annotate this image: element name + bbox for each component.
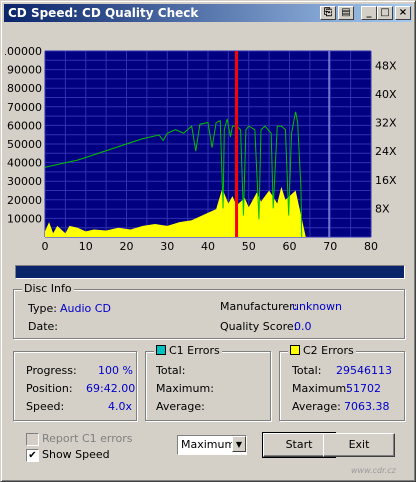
y-left-tick-label: 80000 — [7, 82, 42, 95]
y-left-tick-label: 60000 — [7, 119, 42, 132]
window-title: CD Speed: CD Quality Check — [8, 6, 199, 20]
position-label: Position: — [26, 382, 73, 395]
c2-maximum-value: 51702 — [346, 382, 381, 395]
main-window: CD Speed: CD Quality Check ⎘ ▤ _ □ × 100… — [0, 0, 416, 482]
y-left-tick-label: 50000 — [7, 138, 42, 151]
type-value: Audio CD — [60, 302, 111, 315]
c2-total-value: 29546113 — [336, 364, 392, 377]
y-left-tick-label: 100000 — [5, 45, 42, 58]
position-value: 69:42.00 — [86, 382, 136, 395]
c1-average-label: Average: — [156, 400, 205, 413]
c1-total-label: Total: — [156, 364, 186, 377]
y-left-tick-label: 70000 — [7, 101, 42, 114]
speed-value: 4.0x — [108, 400, 133, 413]
copy-icon-button[interactable]: ⎘ — [320, 6, 336, 20]
manufacturer-value: unknown — [292, 300, 342, 313]
x-tick-label: 80 — [364, 240, 378, 253]
manufacturer-label: Manufacturer: — [220, 300, 298, 313]
close-button[interactable]: × — [395, 6, 411, 20]
report-c1-label: Report C1 errors — [42, 432, 133, 445]
c1-errors-title: C1 Errors — [154, 344, 222, 357]
c2-average-value: 7063.38 — [344, 400, 390, 413]
x-tick-label: 70 — [323, 240, 337, 253]
quality-score-label: Quality Score: — [220, 320, 298, 333]
disc-info-group: Disc Info Type: Audio CD Date: Manufactu… — [13, 282, 405, 339]
x-tick-label: 30 — [160, 240, 174, 253]
y-left-tick-label: 30000 — [7, 175, 42, 188]
y-right-tick-label: 24X — [375, 145, 397, 158]
title-bar[interactable]: CD Speed: CD Quality Check ⎘ ▤ _ □ × — [4, 4, 412, 22]
quality-score-value: 0.0 — [294, 320, 312, 333]
type-label: Type: — [28, 302, 57, 315]
show-speed-checkbox[interactable]: ✔ — [26, 449, 39, 462]
c2-total-label: Total: — [292, 364, 322, 377]
progress-label: Progress: — [26, 364, 77, 377]
disc-info-title: Disc Info — [22, 282, 74, 295]
c1-errors-group: C1 Errors Total: Maximum: Average: — [145, 344, 271, 421]
quality-chart: 10000 20000 30000 40000 50000 60000 70000 80000… — [5, 45, 397, 253]
x-tick-label: 50 — [242, 240, 256, 253]
y-left-tick-label: 20000 — [7, 194, 42, 207]
y-left-tick-label: 40000 — [7, 157, 42, 170]
x-tick-label: 20 — [120, 240, 134, 253]
watermark: www.cdr.cz — [351, 466, 396, 475]
mode-select-value: Maximum — [181, 438, 236, 451]
x-tick-label: 40 — [201, 240, 215, 253]
c2-errors-group: C2 Errors Total: 29546113 Maximum: 51702… — [279, 344, 405, 421]
x-tick-label: 0 — [42, 240, 49, 253]
c1-maximum-label: Maximum: — [156, 382, 214, 395]
report-c1-checkbox[interactable] — [26, 433, 39, 446]
x-tick-label: 60 — [283, 240, 297, 253]
save-icon-button[interactable]: ▤ — [338, 6, 354, 20]
c2-errors-title: C2 Errors — [288, 344, 356, 357]
c1-color-swatch — [156, 345, 166, 355]
speed-label: Speed: — [26, 400, 65, 413]
mode-select[interactable]: Maximum ▼ — [177, 435, 247, 455]
c2-average-label: Average: — [292, 400, 341, 413]
y-right-tick-label: 32X — [375, 117, 397, 130]
x-tick-label: 10 — [79, 240, 93, 253]
c2-color-swatch — [290, 345, 300, 355]
exit-button[interactable]: Exit — [323, 433, 395, 457]
y-right-tick-label: 8X — [375, 202, 390, 215]
minimize-button[interactable]: _ — [361, 6, 377, 20]
y-right-tick-label: 40X — [375, 88, 397, 101]
date-label: Date: — [28, 320, 58, 333]
maximize-button[interactable]: □ — [377, 6, 393, 20]
y-right-tick-label: 16X — [375, 174, 397, 187]
y-right-tick-label: 48X — [375, 59, 397, 72]
scan-progress-bar — [15, 265, 405, 279]
c1-title-text: C1 Errors — [169, 344, 220, 357]
y-left-tick-label: 10000 — [7, 212, 42, 225]
c2-title-text: C2 Errors — [303, 344, 354, 357]
progress-value: 100 % — [98, 364, 133, 377]
y-left-tick-label: 90000 — [7, 64, 42, 77]
chevron-down-icon[interactable]: ▼ — [232, 436, 246, 452]
progress-fill — [16, 266, 404, 278]
c2-maximum-label: Maximum: — [292, 382, 350, 395]
show-speed-label: Show Speed — [42, 448, 110, 461]
status-group: Progress: 100 % Position: 69:42.00 Speed… — [13, 351, 137, 421]
